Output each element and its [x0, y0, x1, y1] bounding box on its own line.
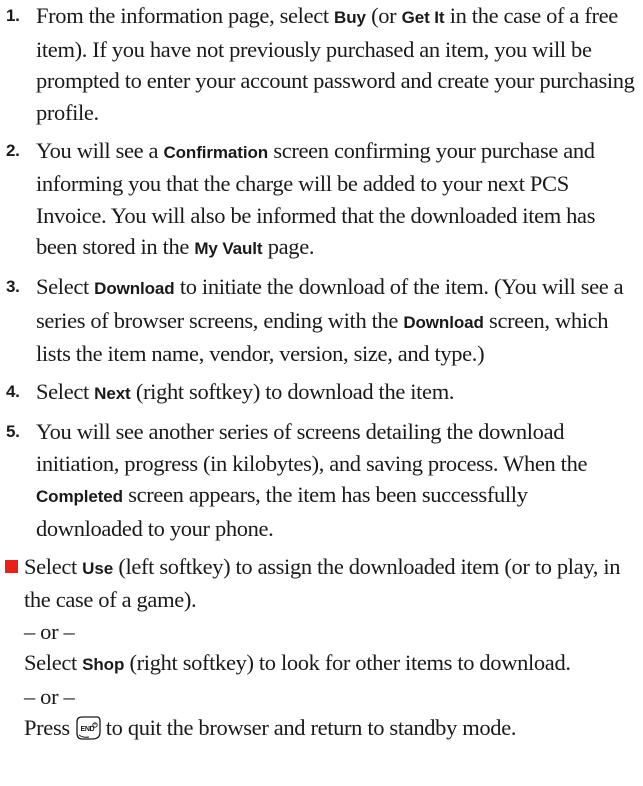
keyword-buy: Buy	[334, 8, 366, 27]
step-text: (or	[365, 3, 402, 28]
step-4: 4. Select Next (right softkey) to downlo…	[0, 376, 643, 410]
press-text: to quit the browser and return to standb…	[105, 715, 517, 740]
step-text: From the information page, select	[36, 3, 335, 28]
keyword-use: Use	[82, 558, 114, 578]
step-5: 5. You will see another series of screen…	[0, 416, 643, 544]
step-3: 3. Select Download to initiate the downl…	[0, 271, 643, 370]
keyword-confirmation: Confirmation	[163, 142, 269, 162]
step-number: 4.	[6, 382, 20, 401]
option-text: (left softkey) to assign the downloaded …	[24, 553, 621, 613]
option-text: Select	[24, 650, 83, 675]
step-text: You will see a	[36, 137, 164, 163]
step-text: You will see another series of screens d…	[36, 419, 588, 476]
keyword-next: Next	[94, 384, 131, 403]
keyword-get-it: Get It	[401, 8, 445, 27]
press-end-line: Press END to quit the browser and return…	[24, 712, 643, 744]
step-text: Select	[36, 379, 95, 404]
end-key-icon: END	[74, 715, 102, 741]
bullet-square-icon	[5, 559, 18, 573]
keyword-download-screen: Download	[403, 312, 484, 332]
keyword-download: Download	[94, 279, 175, 298]
step-number: 1.	[6, 6, 20, 25]
or-separator: – or –	[24, 683, 75, 709]
step-2: 2. You will see a Confirmation screen co…	[0, 135, 643, 265]
step-number: 2.	[6, 140, 20, 160]
step-text: Select	[36, 274, 95, 299]
option-text: (right softkey) to look for other items …	[124, 650, 571, 675]
option-text: Select	[24, 553, 83, 579]
shop-option-line: Select Shop (right softkey) to look for …	[24, 647, 643, 681]
step-text: (right softkey) to download the item.	[130, 379, 455, 404]
press-text: Press	[24, 715, 70, 740]
bullet-options: Select Use (left softkey) to assign the …	[0, 551, 643, 744]
svg-text:END: END	[80, 726, 94, 733]
keyword-shop: Shop	[82, 655, 125, 674]
step-number: 3.	[6, 277, 20, 296]
step-text: page.	[262, 234, 315, 259]
instruction-document: 1. From the information page, select Buy…	[0, 0, 643, 744]
use-option-line: Select Use (left softkey) to assign the …	[24, 551, 643, 616]
keyword-completed: Completed	[36, 487, 123, 506]
step-number: 5.	[6, 422, 20, 441]
step-1: 1. From the information page, select Buy…	[0, 0, 643, 128]
or-separator: – or –	[24, 618, 75, 644]
keyword-my-vault: My Vault	[194, 239, 263, 258]
